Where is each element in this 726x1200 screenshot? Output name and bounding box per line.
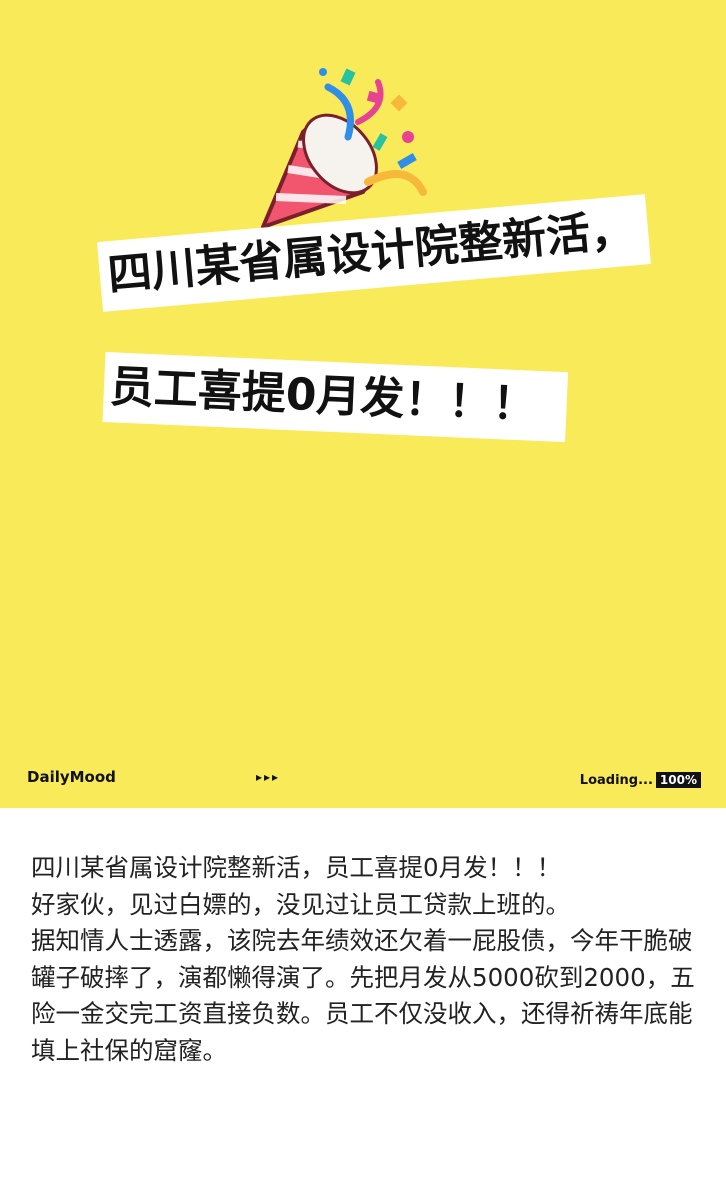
loading-label: Loading...	[579, 772, 653, 788]
cover-image: 四川某省属设计院整新活， 员工喜提0月发！！！ DailyMood ▸▸▸ Lo…	[0, 0, 726, 808]
loading-percent-badge: 100%	[655, 772, 701, 788]
article-paragraph: 好家伙，见过白嫖的，没见过让员工贷款上班的。	[31, 889, 570, 919]
brand-label: DailyMood	[27, 768, 116, 786]
arrow-dots-icon: ▸▸▸	[256, 770, 281, 784]
article-paragraph: 据知情人士透露，该院去年绩效还欠着一屁股债，今年干脆破罐子破摔了，演都懒得演了。…	[31, 926, 695, 1065]
article-body: 四川某省属设计院整新活，员工喜提0月发！！！ 好家伙，见过白嫖的，没见过让员工贷…	[31, 850, 699, 1069]
article-paragraph: 四川某省属设计院整新活，员工喜提0月发！！！	[31, 853, 562, 882]
loading-indicator: Loading... 100%	[580, 772, 701, 788]
headline-line-2: 员工喜提0月发！！！	[102, 352, 568, 443]
